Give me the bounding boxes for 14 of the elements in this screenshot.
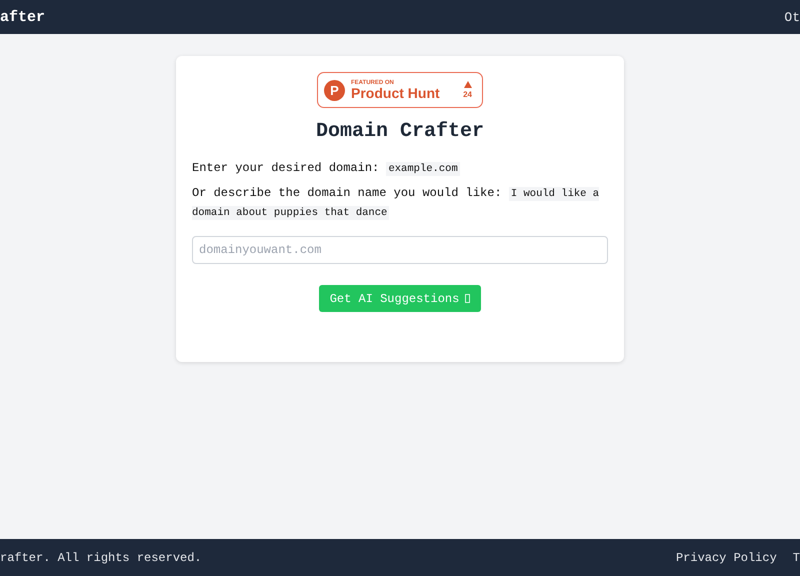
footer-link[interactable]: T [792, 550, 800, 564]
vote-count: 24 [463, 90, 472, 99]
footer-link[interactable]: Privacy Policy [676, 550, 777, 564]
logo-icon: P [324, 80, 345, 100]
nav-link[interactable]: Ot [784, 10, 800, 24]
site-brand[interactable]: after [0, 8, 46, 26]
page-title: Domain Crafter [316, 120, 484, 143]
instruction-text: Or describe the domain name you would like: I would like a domain about puppies that dance [192, 185, 600, 222]
instruction-text: Enter your desired domain: example.com [192, 160, 461, 178]
badge-name: Product Hunt [351, 86, 441, 100]
copyright-text: rafter. All rights reserved. [0, 550, 202, 564]
domain-input-field[interactable]: domainyouwant.com [192, 236, 608, 264]
upvote-icon [464, 81, 472, 88]
missing-glyph-icon [465, 294, 470, 303]
